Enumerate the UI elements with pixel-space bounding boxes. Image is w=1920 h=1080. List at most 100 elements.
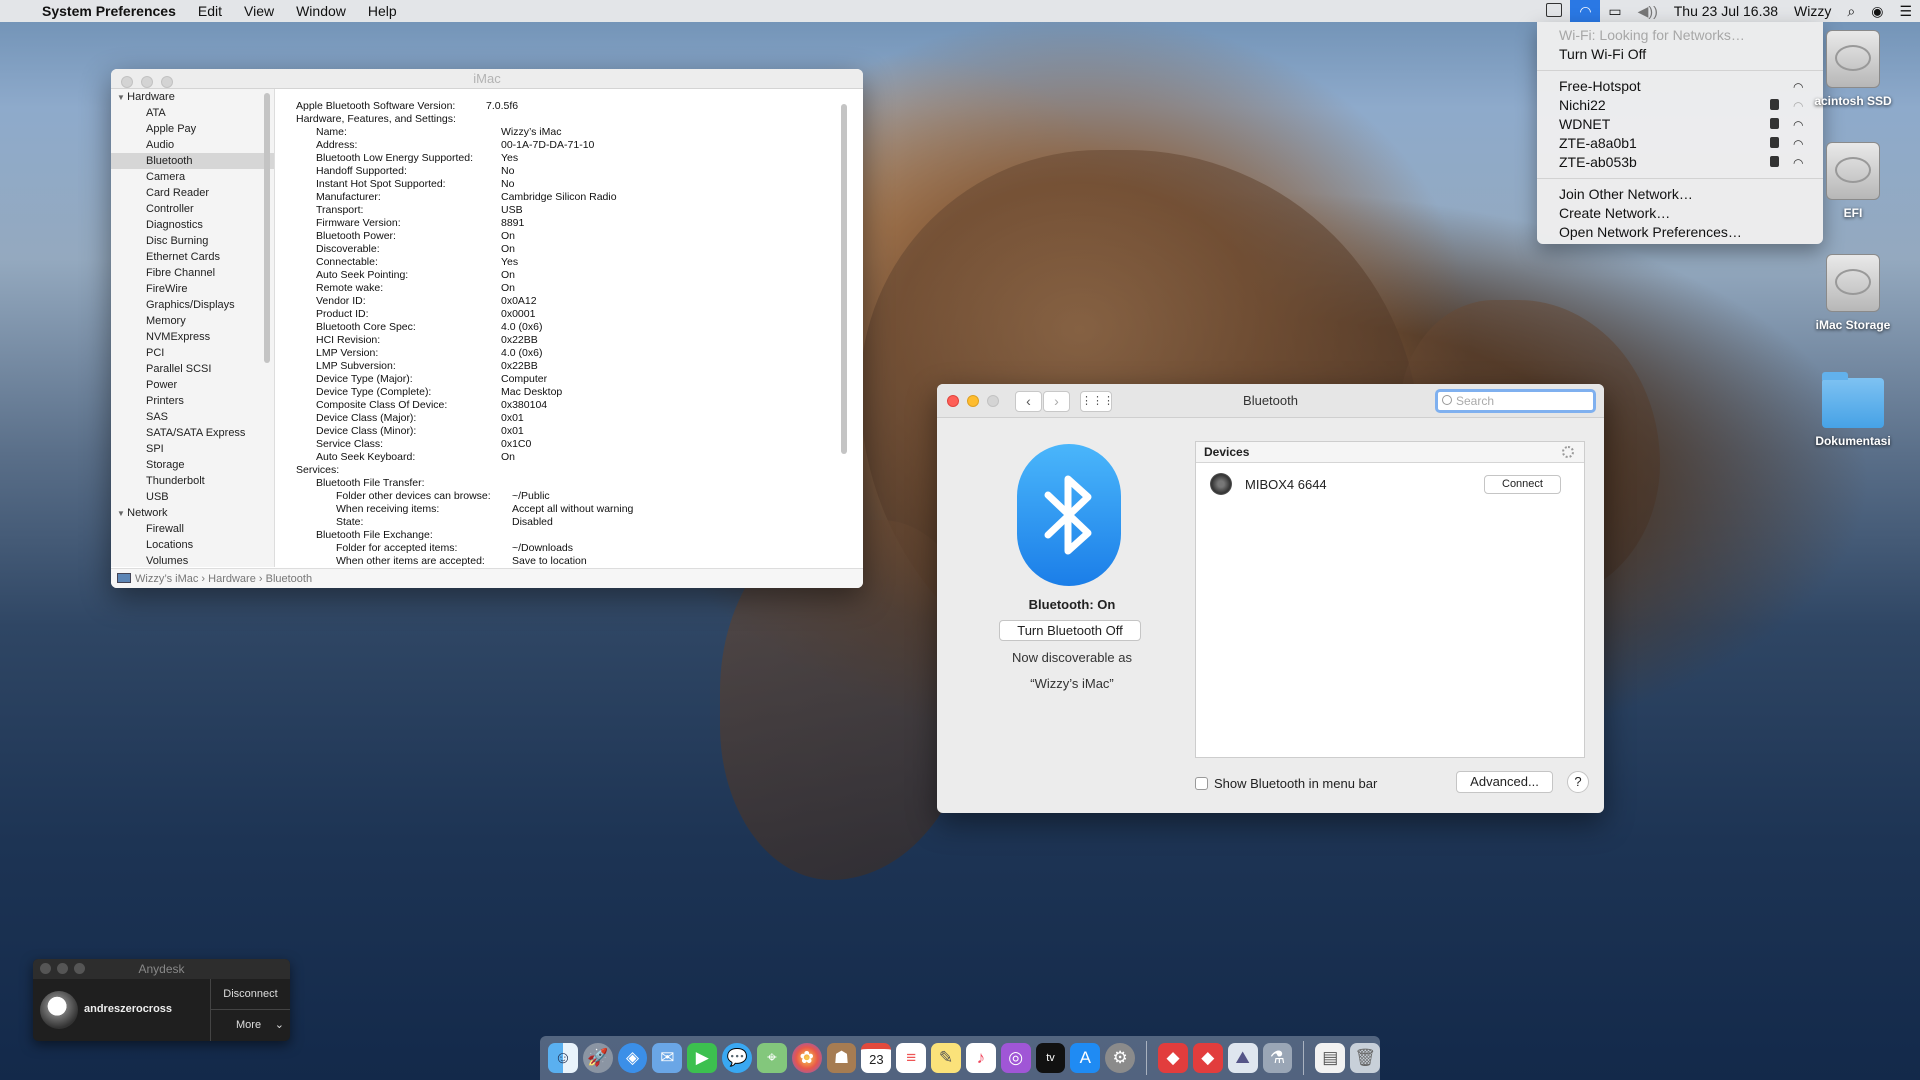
sidebar-item[interactable]: Ethernet Cards [111, 249, 274, 265]
notes-icon[interactable]: ✎ [931, 1043, 961, 1073]
sidebar-item[interactable]: Controller [111, 201, 274, 217]
join-other-network-item[interactable]: Join Other Network… [1537, 185, 1823, 204]
sidebar-item[interactable]: Volumes [111, 553, 274, 567]
minimize-button[interactable] [141, 76, 153, 88]
search-field[interactable]: Search [1435, 389, 1596, 413]
create-network-item[interactable]: Create Network… [1537, 204, 1823, 223]
wifi-icon[interactable]: ◠ [1570, 0, 1601, 22]
desktop-icon-dokumentasi[interactable]: Dokumentasi [1798, 372, 1908, 448]
activity-monitor-icon[interactable] [1538, 2, 1570, 20]
appstore-icon[interactable]: A [1070, 1043, 1101, 1073]
notification-center-icon[interactable]: ☰ [1891, 3, 1920, 20]
sidebar-item[interactable]: Card Reader [111, 185, 274, 201]
network-item[interactable]: ZTE-ab053b ◠ [1537, 153, 1823, 172]
menu-window[interactable]: Window [285, 3, 357, 19]
show-in-menubar-label[interactable]: Show Bluetooth in menu bar [1214, 776, 1377, 791]
volume-icon[interactable]: ◀)) [1630, 3, 1666, 20]
sidebar-item[interactable]: Printers [111, 393, 274, 409]
path-item[interactable]: Hardware [208, 573, 256, 585]
facetime-icon[interactable]: ▶ [687, 1043, 718, 1073]
desktop-icon-efi[interactable]: EFI [1798, 142, 1908, 220]
mail-icon[interactable]: ✉ [652, 1043, 683, 1073]
turn-wifi-off-item[interactable]: Turn Wi-Fi Off [1537, 45, 1823, 64]
zoom-button[interactable] [74, 963, 85, 974]
sidebar-item[interactable]: Memory [111, 313, 274, 329]
minimize-button[interactable] [57, 963, 68, 974]
sidebar-item[interactable]: Thunderbolt [111, 473, 274, 489]
messages-icon[interactable]: 💬 [722, 1043, 752, 1073]
back-button[interactable]: ‹ [1015, 391, 1042, 412]
maps-icon[interactable]: ⌖ [756, 1043, 787, 1073]
menu-help[interactable]: Help [357, 3, 408, 19]
utility-icon[interactable]: ⚗ [1262, 1043, 1293, 1073]
music-icon[interactable]: ♪ [965, 1043, 996, 1073]
show-in-menubar-checkbox[interactable] [1195, 777, 1208, 790]
path-item[interactable]: Bluetooth [266, 573, 312, 585]
launchpad-icon[interactable]: 🚀 [582, 1043, 613, 1073]
sidebar-item[interactable]: ATA [111, 105, 274, 121]
sidebar-item[interactable]: Audio [111, 137, 274, 153]
minimize-button[interactable] [967, 395, 979, 407]
trash-icon[interactable]: 🗑 [1350, 1043, 1381, 1073]
reminders-icon[interactable]: ≡ [896, 1043, 927, 1073]
more-button[interactable]: More ⌄ [210, 1010, 290, 1041]
sidebar-item[interactable]: NVMExpress [111, 329, 274, 345]
sidebar-item[interactable]: SPI [111, 441, 274, 457]
sidebar-item[interactable]: Diagnostics [111, 217, 274, 233]
sidebar-item[interactable]: Firewall [111, 521, 274, 537]
preview-icon[interactable]: ⛰ [1227, 1043, 1258, 1073]
airplay-icon[interactable]: ▭ [1600, 3, 1629, 20]
path-item[interactable]: Wizzy’s iMac [135, 573, 198, 585]
open-network-preferences-item[interactable]: Open Network Preferences… [1537, 223, 1823, 242]
sidebar-scrollbar[interactable] [264, 93, 270, 363]
sidebar-item[interactable]: Graphics/Displays [111, 297, 274, 313]
finder-icon[interactable]: ☺ [548, 1043, 578, 1073]
sidebar-category[interactable]: Network [111, 505, 274, 521]
turn-bluetooth-off-button[interactable]: Turn Bluetooth Off [999, 620, 1141, 641]
sidebar-item[interactable]: SATA/SATA Express [111, 425, 274, 441]
advanced-button[interactable]: Advanced... [1456, 771, 1553, 793]
sidebar-item[interactable]: Apple Pay [111, 121, 274, 137]
details-scrollbar[interactable] [841, 104, 847, 454]
sidebar-category[interactable]: Hardware [111, 89, 274, 105]
sidebar-item[interactable]: Power [111, 377, 274, 393]
siri-icon[interactable]: ◉ [1863, 3, 1891, 20]
anydesk-alt-icon[interactable]: ◆ [1192, 1043, 1223, 1073]
sidebar-item[interactable]: FireWire [111, 281, 274, 297]
sidebar-item[interactable]: Fibre Channel [111, 265, 274, 281]
close-button[interactable] [40, 963, 51, 974]
system-preferences-icon[interactable]: ⚙ [1105, 1043, 1136, 1073]
help-button[interactable]: ? [1567, 771, 1589, 793]
tv-icon[interactable]: tv [1035, 1043, 1066, 1073]
photos-icon[interactable]: ✿ [791, 1043, 822, 1073]
contacts-icon[interactable]: ☗ [826, 1043, 857, 1073]
sidebar-item[interactable]: Bluetooth [111, 153, 274, 169]
anydesk-icon[interactable]: ◆ [1158, 1043, 1188, 1073]
document-icon[interactable]: ▤ [1315, 1043, 1346, 1073]
podcasts-icon[interactable]: ◎ [1000, 1043, 1031, 1073]
network-item[interactable]: Nichi22 ◠ [1537, 96, 1823, 115]
close-button[interactable] [121, 76, 133, 88]
menu-view[interactable]: View [233, 3, 285, 19]
sidebar-item[interactable]: SAS [111, 409, 274, 425]
sidebar-item[interactable]: USB [111, 489, 274, 505]
sidebar-item[interactable]: Storage [111, 457, 274, 473]
user-menu[interactable]: Wizzy [1786, 3, 1839, 19]
network-item[interactable]: Free-Hotspot ◠ [1537, 77, 1823, 96]
disconnect-button[interactable]: Disconnect [210, 979, 290, 1010]
sidebar-item[interactable]: Disc Burning [111, 233, 274, 249]
network-item[interactable]: WDNET ◠ [1537, 115, 1823, 134]
connect-button[interactable]: Connect [1484, 475, 1561, 494]
desktop-icon-imac-storage[interactable]: iMac Storage [1798, 254, 1908, 332]
sidebar-item[interactable]: Locations [111, 537, 274, 553]
zoom-button[interactable] [161, 76, 173, 88]
close-button[interactable] [947, 395, 959, 407]
zoom-button[interactable] [987, 395, 999, 407]
app-menu[interactable]: System Preferences [31, 3, 187, 19]
forward-button[interactable]: › [1043, 391, 1070, 412]
sidebar-item[interactable]: PCI [111, 345, 274, 361]
desktop-icon-ssd[interactable]: acintosh SSD [1798, 30, 1908, 108]
sidebar-item[interactable]: Camera [111, 169, 274, 185]
show-all-button[interactable]: ⋮⋮⋮ [1080, 391, 1114, 412]
menu-edit[interactable]: Edit [187, 3, 233, 19]
